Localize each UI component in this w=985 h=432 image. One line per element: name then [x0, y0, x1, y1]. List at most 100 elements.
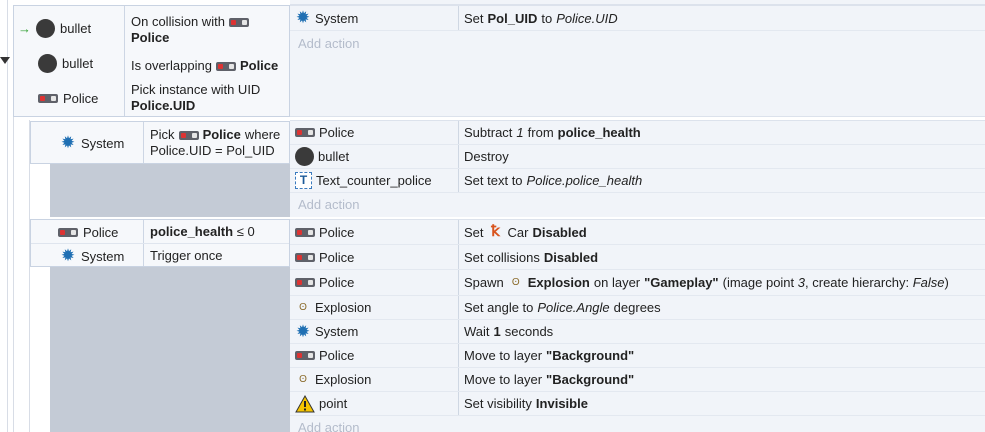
condition-3-object[interactable]: Police: [38, 88, 98, 108]
action-variable: Pol_UID: [487, 10, 538, 26]
action-row[interactable]: Police Set ꝁ Car Disabled: [290, 220, 985, 245]
action-text-part: Set: [464, 224, 484, 240]
condition-text-part: Trigger once: [150, 248, 223, 263]
action-text-part: Move to layer: [464, 372, 543, 387]
police-car-icon: [295, 252, 315, 262]
action-object-label: point: [319, 396, 348, 411]
condition-object-label: Police: [83, 224, 119, 240]
action-target: Explosion: [527, 275, 590, 290]
add-action-link[interactable]: Add action: [298, 197, 359, 212]
action-text: Set text to Police.police_health: [464, 169, 642, 192]
gear-icon: ✹: [295, 8, 311, 27]
police-car-icon: [295, 227, 315, 237]
action-value: Police.Angle: [537, 300, 610, 315]
action-object-label: bullet: [318, 149, 350, 164]
event-3-conditions[interactable]: Police police_health ≤ 0 ✹ System Trigge…: [30, 219, 290, 267]
condition-object-label: bullet: [62, 55, 94, 71]
condition-object-label: bullet: [60, 20, 92, 36]
action-object-label: Explosion: [315, 300, 372, 315]
action-text: Wait 1 seconds: [464, 320, 553, 343]
action-text-part: Spawn: [464, 275, 504, 290]
action-object: bullet: [295, 145, 349, 168]
condition-2-object[interactable]: ✹ System: [60, 246, 124, 266]
action-state: Invisible: [535, 396, 588, 411]
action-divider: [458, 6, 459, 30]
action-text-part: Set: [464, 10, 484, 26]
action-text-part: Destroy: [464, 149, 509, 164]
action-row[interactable]: ʘ Explosion Move to layer "Background": [290, 368, 985, 392]
event-2-actions: Police Subtract 1 from police_health bul…: [290, 120, 985, 217]
condition-3-text[interactable]: Pick instance with UID Police.UID: [131, 82, 260, 114]
condition-text[interactable]: Pick Police where Police.UID = Pol_UID: [150, 127, 280, 159]
action-object-label: Police: [319, 348, 355, 363]
condition-1-object[interactable]: Police: [58, 222, 118, 242]
action-text-part: degrees: [613, 300, 661, 315]
subevent-gutter-fill: [50, 162, 290, 217]
action-divider: [458, 320, 459, 343]
action-divider: [458, 245, 459, 269]
police-car-icon: [178, 130, 199, 140]
action-object: Police: [295, 121, 354, 144]
police-car-icon: [215, 61, 236, 71]
condition-1-text[interactable]: On collision with Police: [131, 14, 249, 46]
collapse-arrow-icon[interactable]: [0, 57, 10, 64]
action-text: Spawn ʘ Explosion on layer "Gameplay" (i…: [464, 270, 949, 295]
action-text: Subtract 1 from police_health: [464, 121, 641, 144]
action-text: Set Pol_UID to Police.UID: [464, 6, 618, 30]
add-action-link[interactable]: Add action: [298, 420, 359, 432]
action-state: Disabled: [532, 224, 587, 240]
action-text-part: , create hierarchy:: [805, 275, 910, 290]
condition-1-object[interactable]: → bullet: [18, 18, 91, 38]
action-row[interactable]: Police Spawn ʘ Explosion on layer "Gamep…: [290, 270, 985, 296]
black-circle-icon: [38, 53, 57, 73]
condition-target: Police.UID: [131, 98, 196, 113]
action-target: Car: [507, 224, 529, 240]
action-layer: "Background": [546, 348, 635, 363]
action-divider: [458, 392, 459, 415]
gear-icon: ✹: [295, 321, 311, 341]
condition-divider: [143, 122, 144, 163]
condition-2-text[interactable]: Trigger once: [150, 248, 223, 264]
gutter-line: [7, 0, 8, 432]
action-row[interactable]: ✹ System Wait 1 seconds: [290, 320, 985, 344]
condition-2-text[interactable]: Is overlapping Police: [131, 58, 278, 74]
action-row[interactable]: ✹ System Set Pol_UID to Police.UID: [290, 6, 985, 31]
action-text: Set collisions Disabled: [464, 245, 598, 269]
action-row[interactable]: Police Move to layer "Background": [290, 344, 985, 368]
condition-operator: ≤ 0: [236, 224, 255, 239]
condition-1-text[interactable]: police_health ≤ 0: [150, 224, 255, 240]
action-row[interactable]: bullet Destroy: [290, 145, 985, 169]
condition-variable: police_health: [150, 224, 234, 239]
action-divider: [458, 220, 459, 244]
action-value: False: [912, 275, 945, 290]
action-state: Disabled: [543, 249, 599, 265]
police-car-icon: [58, 227, 78, 237]
action-object: Police: [295, 270, 354, 295]
event-1-conditions[interactable]: → bullet On collision with Police bullet…: [13, 5, 290, 117]
condition-separator: [31, 243, 289, 244]
event-2-conditions[interactable]: ✹ System Pick Police where Police.UID = …: [30, 121, 290, 164]
add-action-link[interactable]: Add action: [298, 36, 359, 51]
condition-object-label: Police: [63, 90, 99, 106]
condition-2-object[interactable]: bullet: [38, 53, 93, 73]
action-row[interactable]: ʘ Explosion Set angle to Police.Angle de…: [290, 296, 985, 320]
condition-object[interactable]: ✹ System: [60, 133, 124, 153]
action-text-part: ): [944, 275, 949, 290]
action-text-part: from: [527, 125, 554, 140]
action-row[interactable]: T Text_counter_police Set text to Police…: [290, 169, 985, 193]
explosion-icon: ʘ: [299, 301, 307, 313]
condition-object-label: System: [81, 135, 125, 151]
action-row[interactable]: Police Subtract 1 from police_health: [290, 121, 985, 145]
action-text: Destroy: [464, 145, 509, 168]
action-row[interactable]: Police Set collisions Disabled: [290, 245, 985, 270]
police-car-icon: [295, 351, 315, 360]
action-row[interactable]: point Set visibility Invisible: [290, 392, 985, 416]
action-text-part: Set angle to: [464, 300, 534, 315]
condition-text-part: Pick: [150, 127, 175, 142]
action-variable: police_health: [557, 125, 641, 140]
action-value: Police.police_health: [526, 173, 643, 188]
action-divider: [458, 145, 459, 168]
action-object-label: Text_counter_police: [316, 173, 432, 188]
action-object: ✹ System: [295, 6, 358, 30]
action-object: ✹ System: [295, 320, 358, 343]
